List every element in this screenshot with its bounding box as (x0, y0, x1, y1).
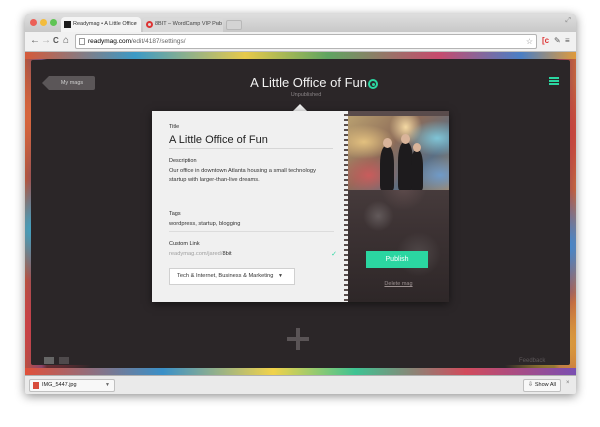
readymag-favicon-icon (64, 21, 71, 28)
close-icon[interactable]: × (566, 380, 570, 386)
back-icon[interactable]: ← (30, 35, 40, 47)
cover-photo[interactable] (348, 116, 449, 190)
publish-status: Unpublished (290, 92, 322, 98)
browser-toolbar: ← → C ⌂ readymag.com/edit/4187/settings/… (25, 32, 576, 52)
category-select[interactable]: Tech & Internet, Business & Marketing ▼ (169, 268, 295, 285)
extension-icon[interactable]: [c (542, 35, 549, 47)
custom-link-slug: 8bit (222, 251, 232, 257)
dropdown-caret-icon: ▼ (278, 273, 283, 279)
person-figure (380, 146, 394, 190)
tab-readymag[interactable]: Readymag • A Little Office × (61, 17, 141, 32)
home-icon[interactable]: ⌂ (63, 35, 69, 47)
pages-view-icon[interactable] (44, 357, 54, 364)
downloads-bar: IMG_5447.jpg ▼ ⇩ Show All × (25, 375, 576, 394)
description-label: Description (169, 158, 197, 164)
bookmark-star-icon[interactable]: ☆ (526, 35, 533, 48)
delete-mag-link[interactable]: Delete mag (348, 281, 449, 287)
download-filename: IMG_5447.jpg (42, 382, 77, 388)
category-value: Tech & Internet, Business & Marketing (177, 273, 274, 279)
download-item[interactable]: IMG_5447.jpg ▼ (29, 379, 115, 392)
person-face (383, 138, 392, 148)
new-tab-button[interactable] (226, 20, 242, 30)
chevron-down-icon[interactable]: ▼ (105, 380, 110, 391)
mag-title: A Little Office of Fun (250, 75, 367, 90)
bottom-collage-strip (25, 368, 576, 375)
download-icon: ⇩ (528, 382, 534, 388)
menu-icon[interactable]: ≡ (565, 35, 570, 47)
tags-label: Tags (169, 211, 181, 217)
person-face (413, 143, 421, 152)
description-input[interactable]: Our office in downtown Atlanta housing a… (169, 167, 334, 185)
custom-link-prefix: readymag.com/jared/ (169, 251, 223, 257)
cover-panel (348, 111, 449, 302)
settings-panel: Title A Little Office of Fun Description… (152, 111, 449, 302)
add-page-plus-icon[interactable] (287, 328, 309, 350)
person-face (401, 134, 410, 144)
hamburger-menu-icon[interactable] (549, 77, 559, 85)
person-figure (411, 150, 423, 190)
feedback-link[interactable]: Feedback (519, 358, 545, 364)
show-all-button[interactable]: ⇩ Show All (523, 379, 561, 392)
tab-label: 8BIT – WordCamp VIP Pub (155, 21, 222, 27)
tab-strip: Readymag • A Little Office × 8BIT – Word… (25, 14, 576, 32)
url-host: readymag.com (88, 38, 131, 45)
top-collage-strip (25, 52, 576, 59)
address-bar[interactable]: readymag.com/edit/4187/settings/ ☆ (75, 34, 537, 49)
url-path: /edit/4187/settings/ (131, 38, 186, 45)
page-icon (79, 38, 85, 45)
readymag-editor: My mags A Little Office of Fun Unpublish… (25, 52, 576, 375)
tab-close-icon[interactable]: × (134, 17, 137, 32)
8bit-favicon-icon (146, 21, 153, 28)
custom-link-label: Custom Link (169, 241, 200, 247)
title-input[interactable]: A Little Office of Fun (169, 134, 333, 149)
panel-notch (293, 104, 307, 111)
status-ring-icon (368, 79, 378, 89)
minimize-window-button[interactable] (40, 19, 47, 26)
browser-window: Readymag • A Little Office × 8BIT – Word… (25, 14, 576, 394)
forward-icon[interactable]: → (41, 35, 51, 47)
wrench-icon[interactable]: ✎ (554, 35, 561, 47)
checkmark-icon: ✓ (331, 251, 337, 258)
image-file-icon (33, 382, 39, 389)
my-mags-button[interactable]: My mags (42, 76, 95, 90)
tags-input[interactable]: wordpress, startup, blogging (169, 221, 334, 232)
show-all-label: Show All (534, 382, 556, 388)
grid-view-icon[interactable] (59, 357, 69, 364)
tab-close-icon[interactable]: × (216, 17, 219, 32)
settings-form: Title A Little Office of Fun Description… (152, 111, 346, 302)
close-window-button[interactable] (30, 19, 37, 26)
tab-label: Readymag • A Little Office (73, 21, 137, 27)
zoom-window-button[interactable] (50, 19, 57, 26)
reload-icon[interactable]: C (53, 35, 59, 47)
fullscreen-icon[interactable]: ⤢ (565, 17, 571, 25)
publish-button[interactable]: Publish (366, 251, 428, 268)
tab-8bit[interactable]: 8BIT – WordCamp VIP Pub × (143, 17, 223, 32)
custom-link-input[interactable]: readymag.com/jared/8bit ✓ (169, 251, 337, 258)
title-label: Title (169, 124, 180, 130)
